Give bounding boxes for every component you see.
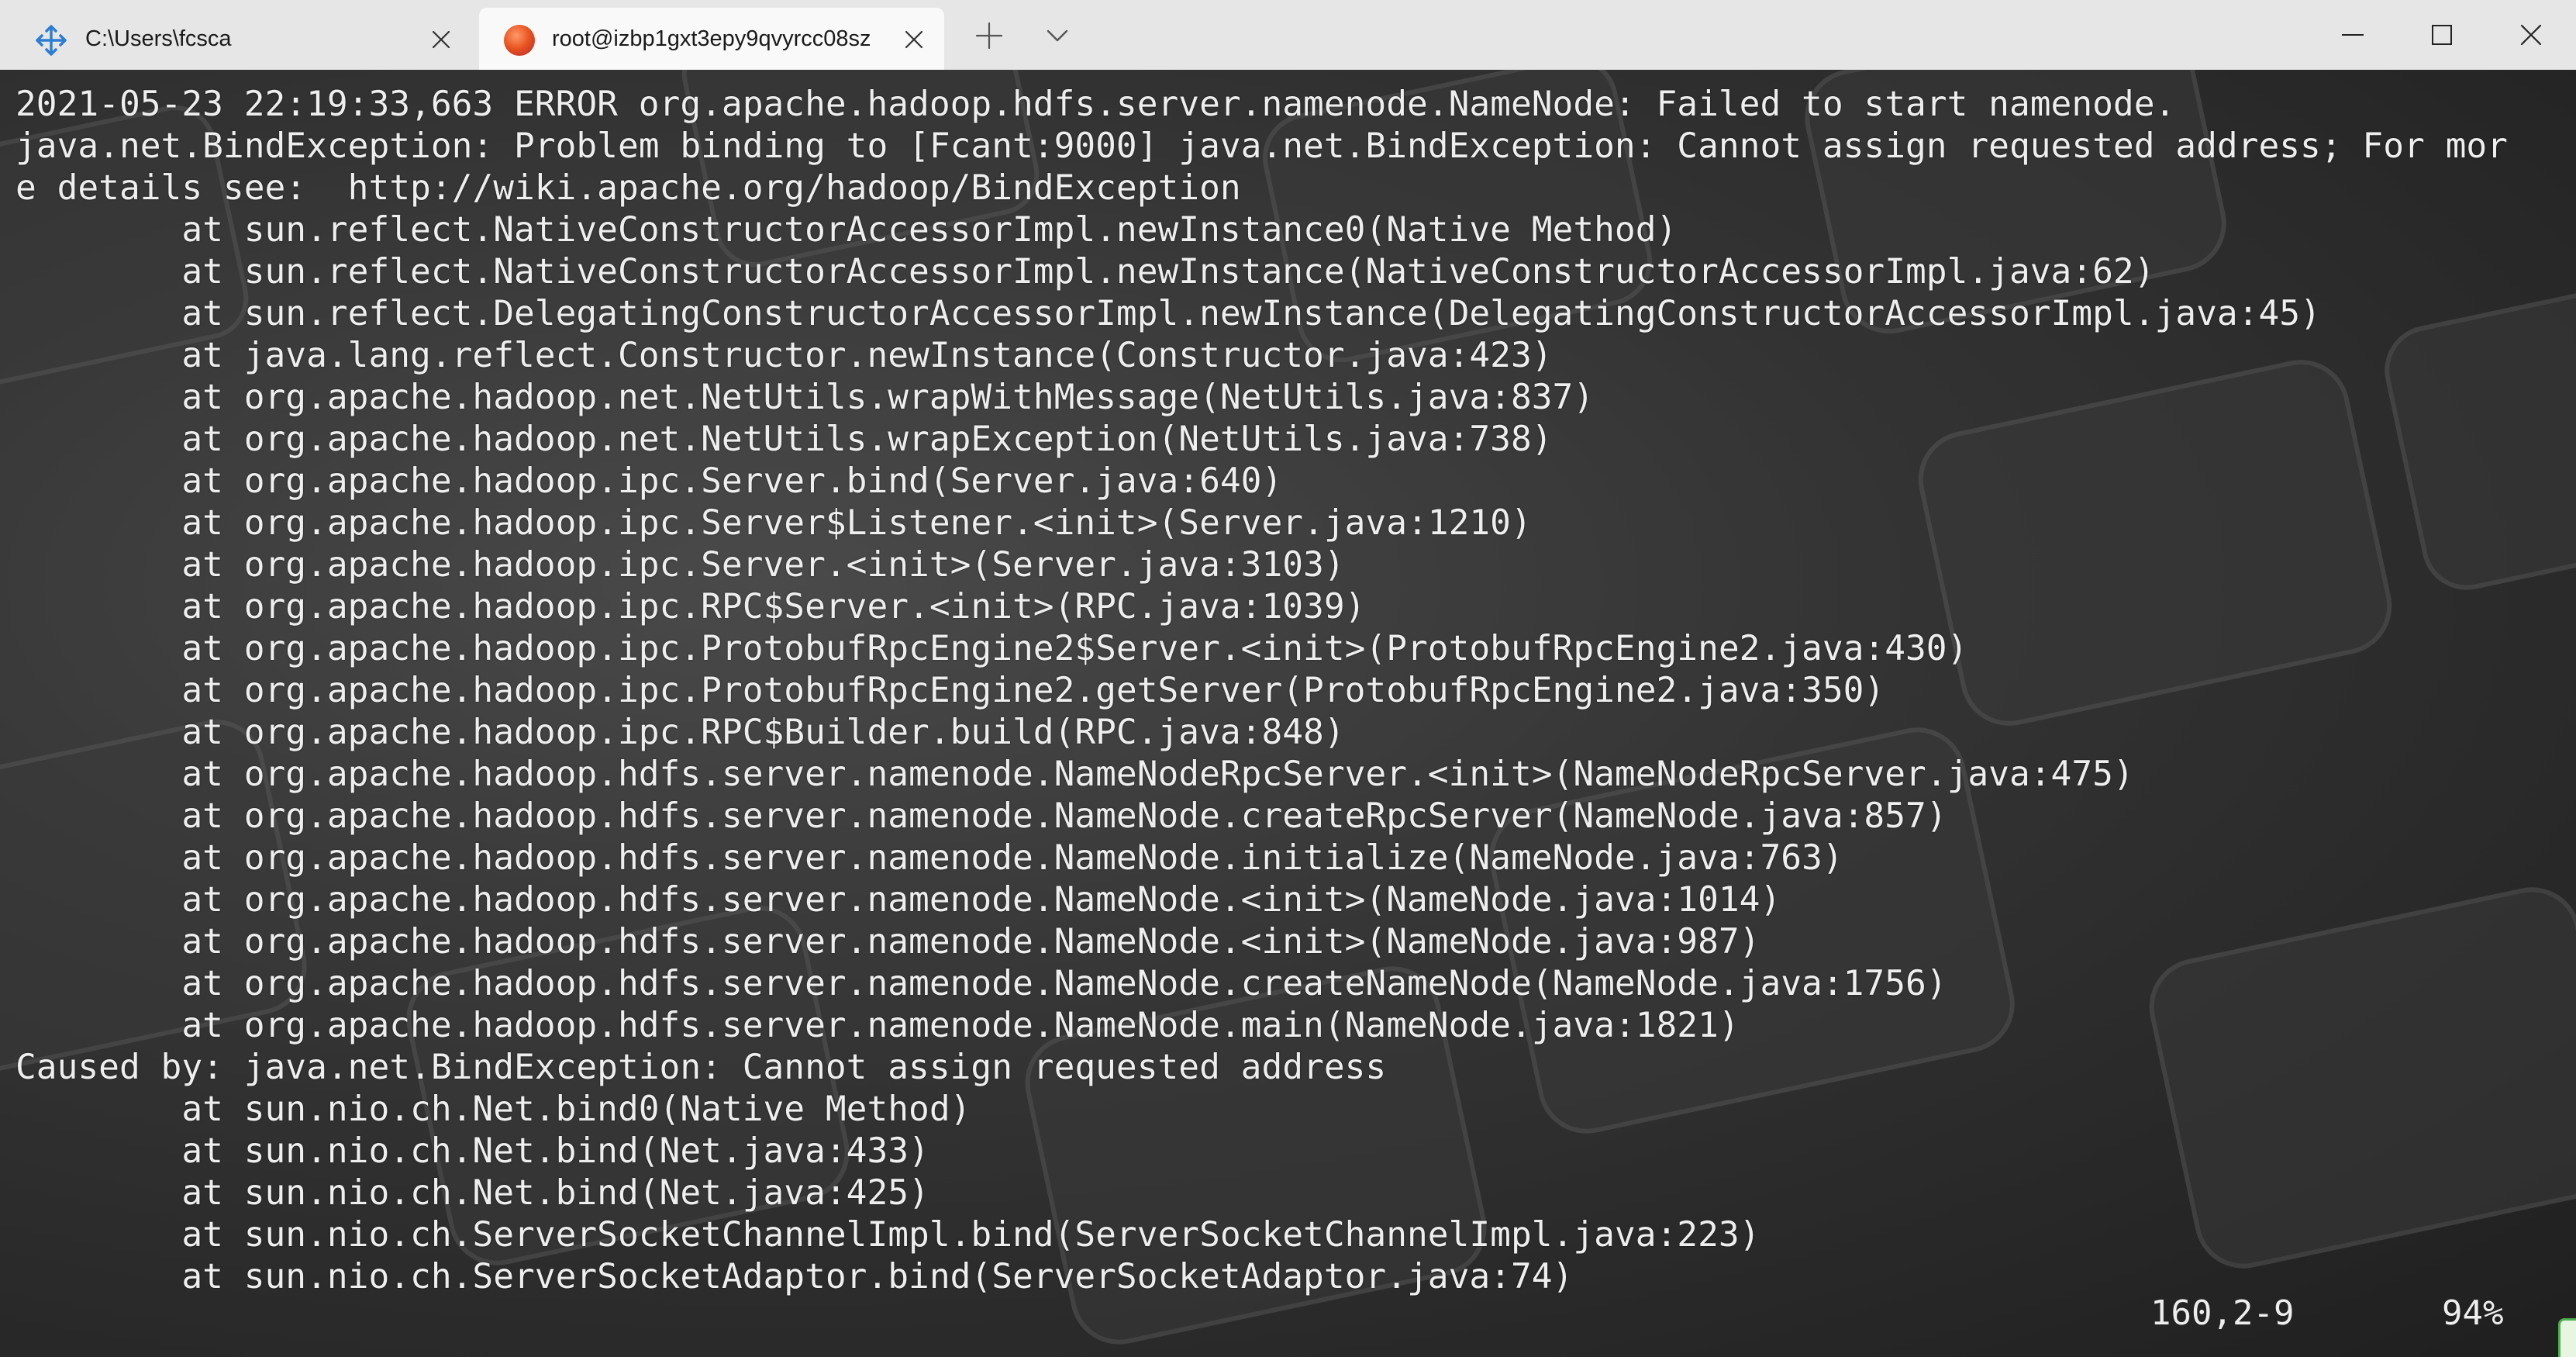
close-tab-icon[interactable] xyxy=(429,28,453,51)
terminal-line: at org.apache.hadoop.ipc.ProtobufRpcEngi… xyxy=(16,629,1968,668)
terminal-line: at org.apache.hadoop.hdfs.server.namenod… xyxy=(16,922,1760,962)
vim-cursor-position: 160,2-9 xyxy=(2150,1293,2295,1333)
tab-ssh-root[interactable]: root@izbp1gxt3epy9qvyrcc08sz xyxy=(479,8,944,70)
terminal-line: at org.apache.hadoop.ipc.Server$Listener… xyxy=(16,503,1532,543)
terminal-line: at org.apache.hadoop.net.NetUtils.wrapWi… xyxy=(16,378,1595,417)
maximize-icon xyxy=(2432,25,2452,45)
terminal-line: at org.apache.hadoop.hdfs.server.namenod… xyxy=(16,880,1781,920)
terminal-line: at sun.nio.ch.Net.bind0(Native Method) xyxy=(16,1089,971,1129)
tab-bar: C:\Users\fcsca root@izbp1gxt3epy9qvyrcc0… xyxy=(0,0,2576,70)
close-icon xyxy=(2520,24,2542,46)
corner-badge-icon xyxy=(2558,1318,2576,1357)
chevron-down-icon[interactable] xyxy=(1039,17,1076,54)
maximize-button[interactable] xyxy=(2399,0,2485,70)
terminal-line: at sun.reflect.NativeConstructorAccessor… xyxy=(16,210,1678,250)
terminal-line: at org.apache.hadoop.ipc.ProtobufRpcEngi… xyxy=(16,671,1885,710)
ubuntu-circle-icon xyxy=(502,23,536,57)
terminal-line: at org.apache.hadoop.ipc.Server.<init>(S… xyxy=(16,545,1345,585)
terminal-line: at sun.reflect.DelegatingConstructorAcce… xyxy=(16,294,2321,333)
terminal-line: at org.apache.hadoop.ipc.Server.bind(Ser… xyxy=(16,461,1283,501)
tab-title: root@izbp1gxt3epy9qvyrcc08sz xyxy=(552,26,871,51)
terminal-line: 2021-05-23 22:19:33,663 ERROR org.apache… xyxy=(16,85,2176,124)
terminal-line: at org.apache.hadoop.ipc.RPC$Server.<ini… xyxy=(16,587,1366,627)
terminal-output: 2021-05-23 22:19:33,663 ERROR org.apache… xyxy=(16,84,2566,1298)
powershell-move-icon xyxy=(34,23,68,57)
terminal-line: at sun.nio.ch.ServerSocketChannelImpl.bi… xyxy=(16,1215,1760,1255)
terminal-line: java.net.BindException: Problem binding … xyxy=(16,126,2508,166)
terminal-line: at org.apache.hadoop.hdfs.server.namenod… xyxy=(16,796,1947,836)
terminal-line: at org.apache.hadoop.ipc.RPC$Builder.bui… xyxy=(16,713,1345,752)
terminal-pane[interactable]: 2021-05-23 22:19:33,663 ERROR org.apache… xyxy=(0,70,2576,1357)
terminal-line: at org.apache.hadoop.hdfs.server.namenod… xyxy=(16,838,1843,878)
terminal-line: at sun.nio.ch.ServerSocketAdaptor.bind(S… xyxy=(16,1257,1574,1297)
terminal-line: at org.apache.hadoop.net.NetUtils.wrapEx… xyxy=(16,420,1553,459)
terminal-line: at sun.nio.ch.Net.bind(Net.java:433) xyxy=(16,1131,929,1171)
vim-scroll-percent: 94% xyxy=(2442,1293,2504,1333)
terminal-line: at sun.reflect.NativeConstructorAccessor… xyxy=(16,252,2155,292)
terminal-line: e details see: http://wiki.apache.org/ha… xyxy=(16,168,1241,208)
terminal-line: at sun.nio.ch.Net.bind(Net.java:425) xyxy=(16,1173,929,1213)
minimize-button[interactable] xyxy=(2310,0,2395,70)
tab-title: C:\Users\fcsca xyxy=(85,26,232,51)
terminal-line: at org.apache.hadoop.hdfs.server.namenod… xyxy=(16,1006,1740,1045)
close-window-button[interactable] xyxy=(2488,0,2574,70)
tab-powershell[interactable]: C:\Users\fcsca xyxy=(0,8,478,70)
new-tab-plus-icon[interactable] xyxy=(971,17,1008,54)
terminal-line: at org.apache.hadoop.hdfs.server.namenod… xyxy=(16,964,1947,1003)
terminal-window: C:\Users\fcsca root@izbp1gxt3epy9qvyrcc0… xyxy=(0,0,2576,1357)
terminal-line: at org.apache.hadoop.hdfs.server.namenod… xyxy=(16,754,2134,794)
terminal-line: at java.lang.reflect.Constructor.newInst… xyxy=(16,336,1553,375)
terminal-line: Caused by: java.net.BindException: Canno… xyxy=(16,1048,1387,1087)
close-tab-icon[interactable] xyxy=(902,28,926,51)
minimize-icon xyxy=(2342,34,2364,36)
